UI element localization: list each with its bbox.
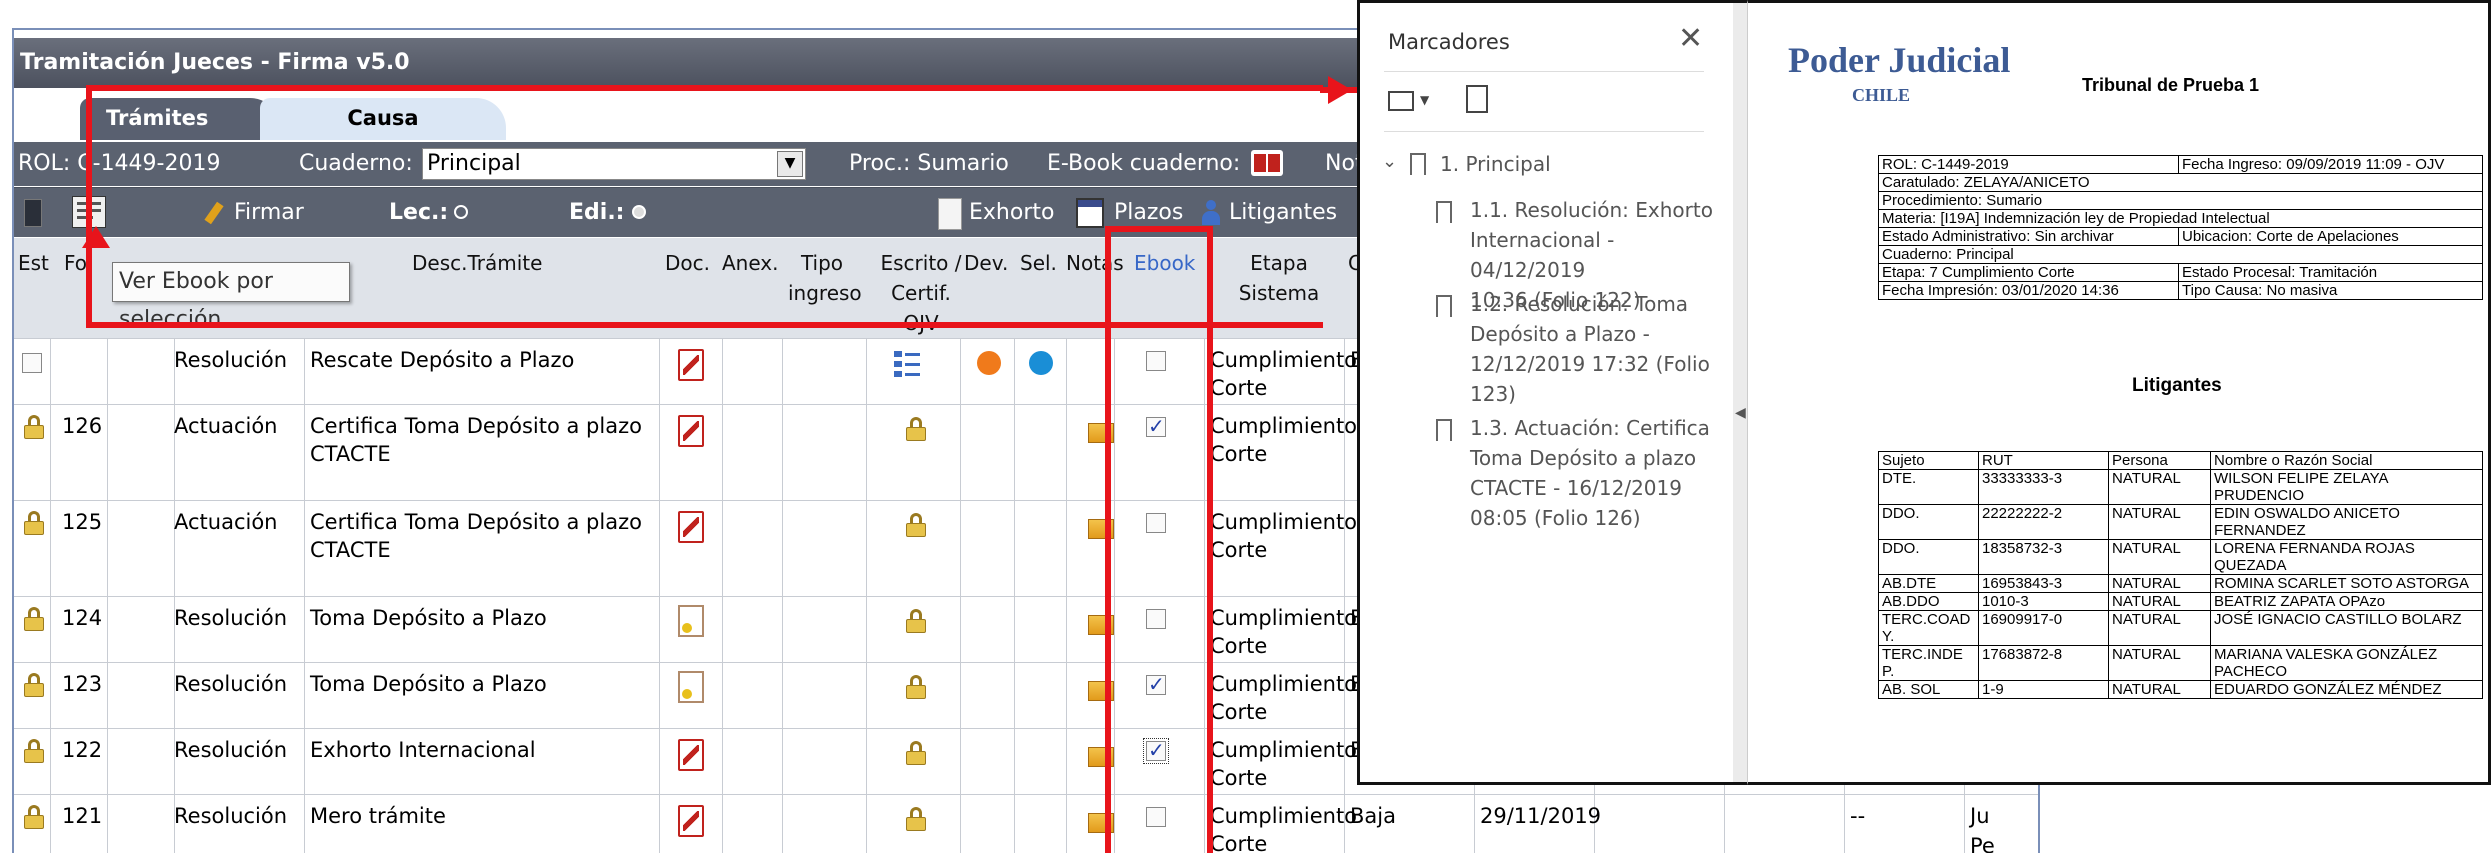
- signed-document-icon[interactable]: [678, 605, 704, 637]
- play-icon[interactable]: [1029, 351, 1053, 375]
- bookmark-item-2[interactable]: 1.2. Resolución: Toma Depósito a Plazo -1…: [1470, 289, 1710, 409]
- row-etapa: Cumplimiento: [1210, 738, 1358, 762]
- row-etapa-2: Corte: [1210, 700, 1268, 724]
- lock-icon: [906, 741, 926, 765]
- row-etapa-2: Corte: [1210, 832, 1268, 853]
- row-etapa-2: Corte: [1210, 634, 1268, 658]
- row-etapa: Cumplimiento: [1210, 804, 1358, 828]
- row-desc: Certifica Toma Depósito a plazo: [310, 510, 642, 534]
- lock-icon: [906, 513, 926, 537]
- bookmark-item-3[interactable]: 1.3. Actuación: Certifica Toma Depósito a…: [1470, 413, 1710, 533]
- row-select-checkbox[interactable]: [22, 353, 42, 373]
- row-desc: Rescate Depósito a Plazo: [310, 348, 575, 372]
- row-dash: --: [1850, 804, 1866, 828]
- pdf-icon[interactable]: [678, 349, 704, 381]
- row-etapa: Cumplimiento: [1210, 606, 1358, 630]
- close-icon[interactable]: ✕: [1678, 21, 1703, 56]
- bookmark-icon: [1410, 153, 1426, 183]
- row-date: 29/11/2019: [1480, 804, 1602, 828]
- bookmark-root[interactable]: 1. Principal: [1440, 149, 1551, 179]
- lock-icon: [24, 415, 44, 439]
- row-folio: 126: [62, 414, 103, 438]
- checklist-icon[interactable]: [894, 349, 920, 379]
- bookmarks-title: Marcadores: [1388, 30, 1510, 54]
- row-etapa-2: Corte: [1210, 538, 1268, 562]
- bookmark-icon: [1436, 419, 1452, 449]
- litigantes-table: Sujeto RUT Persona Nombre o Razón Social DT…: [1878, 451, 2483, 699]
- row-desc: Toma Depósito a Plazo: [310, 672, 547, 696]
- logo-subtitle: CHILE: [1852, 85, 1911, 105]
- row-tipo: Resolución: [174, 738, 288, 762]
- collapse-left-icon[interactable]: ◀: [1735, 405, 1746, 421]
- row-tipo: Resolución: [174, 672, 288, 696]
- row-etapa: Cumplimiento: [1210, 414, 1358, 438]
- row-tipo: Resolución: [174, 348, 288, 372]
- lock-icon: [24, 511, 44, 535]
- row-etapa: Cumplimiento: [1210, 672, 1358, 696]
- return-icon[interactable]: [977, 351, 1001, 375]
- lock-icon: [906, 417, 926, 441]
- row-desc: Certifica Toma Depósito a plazo: [310, 414, 642, 438]
- row-tipo: Resolución: [174, 606, 288, 630]
- logo-title: Poder Judicial: [1788, 40, 2011, 80]
- bookmark-icon: [1436, 295, 1452, 325]
- options-icon[interactable]: [1388, 91, 1414, 111]
- row-desc: Toma Depósito a Plazo: [310, 606, 547, 630]
- row-desc: Mero trámite: [310, 804, 446, 828]
- tribunal-name: Tribunal de Prueba 1: [2082, 75, 2260, 95]
- bookmark-icon: [1436, 201, 1452, 231]
- signed-document-icon[interactable]: [678, 671, 704, 703]
- row-desc-2: CTACTE: [310, 538, 391, 562]
- row-desc: Exhorto Internacional: [310, 738, 536, 762]
- row-pe: Pe: [1970, 834, 1995, 853]
- col-est: Est: [18, 251, 49, 275]
- row-tipo: Resolución: [174, 804, 288, 828]
- row-tipo: Actuación: [174, 510, 278, 534]
- lock-icon: [906, 609, 926, 633]
- pdf-icon[interactable]: [678, 805, 704, 837]
- lock-icon: [24, 739, 44, 763]
- row-folio: 121: [62, 804, 103, 828]
- pdf-page: Poder Judicial CHILE Tribunal de Prueba …: [1747, 0, 2491, 785]
- lock-icon: [24, 607, 44, 631]
- bookmark-search-icon[interactable]: [1466, 85, 1488, 113]
- row-etapa: Cumplimiento: [1210, 510, 1358, 534]
- causa-info-table: ROL: C-1449-2019 Fecha Ingreso: 09/09/201…: [1878, 155, 2483, 300]
- row-desc-2: CTACTE: [310, 442, 391, 466]
- row-etapa-2: Corte: [1210, 376, 1268, 400]
- col-folio: Fo: [64, 251, 88, 275]
- row-folio: 122: [62, 738, 103, 762]
- row-folio: 124: [62, 606, 103, 630]
- lock-icon: [906, 675, 926, 699]
- ebook-column-highlight: [1105, 226, 1213, 853]
- panel-splitter[interactable]: ◀: [1733, 0, 1747, 785]
- chevron-down-icon[interactable]: ⌄: [1382, 151, 1397, 172]
- row-juez: Ju: [1970, 804, 1990, 828]
- pdf-icon[interactable]: [678, 415, 704, 447]
- bookmarks-panel: Marcadores ✕ ▼ ⌄ 1. Principal 1.1. Resol…: [1357, 0, 1735, 785]
- row-tipo: Actuación: [174, 414, 278, 438]
- row-etapa: Cumplimiento: [1210, 348, 1358, 372]
- litigantes-title: Litigantes: [2132, 375, 2222, 396]
- lock-icon: [906, 807, 926, 831]
- row-folio: 125: [62, 510, 103, 534]
- arrow-up-icon: [82, 226, 110, 248]
- pdf-icon[interactable]: [678, 739, 704, 771]
- lock-icon: [24, 805, 44, 829]
- pdf-icon[interactable]: [678, 511, 704, 543]
- arrow-icon: [1328, 76, 1352, 104]
- row-folio: 123: [62, 672, 103, 696]
- row-extra: Baja: [1350, 804, 1396, 828]
- table-row[interactable]: 121 Resolución Mero trámite Cumplimiento…: [14, 794, 2038, 853]
- screen: Tramitación Jueces - Firma v5.0 Trámites…: [0, 0, 2491, 853]
- row-etapa-2: Corte: [1210, 442, 1268, 466]
- lock-icon: [24, 673, 44, 697]
- binder-icon[interactable]: [24, 199, 42, 227]
- chevron-down-icon[interactable]: ▼: [1420, 93, 1429, 107]
- row-etapa-2: Corte: [1210, 766, 1268, 790]
